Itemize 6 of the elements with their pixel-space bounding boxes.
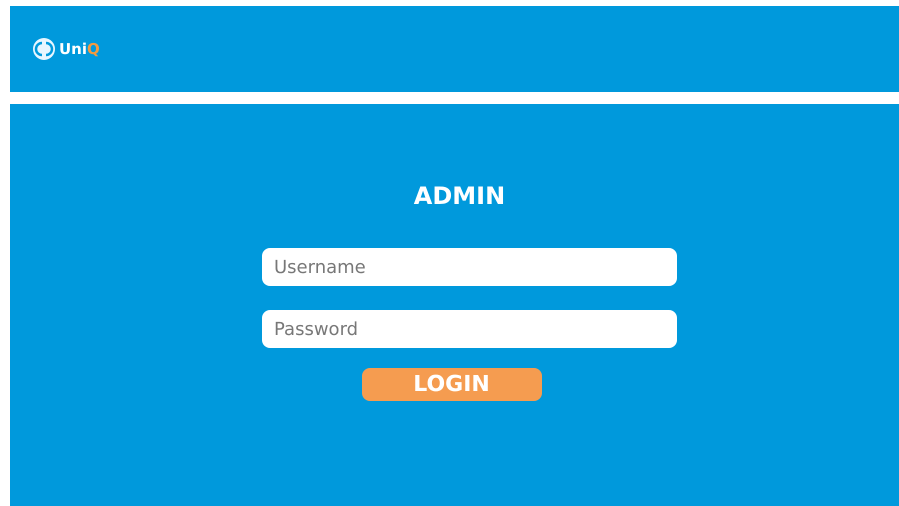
logo-icon [32,37,56,61]
username-field[interactable]: Username [262,248,677,286]
login-title: ADMIN [414,182,506,210]
password-field[interactable]: Password [262,310,677,348]
login-button[interactable]: LOGIN [362,368,542,401]
logo-text: UniQ [59,40,100,58]
